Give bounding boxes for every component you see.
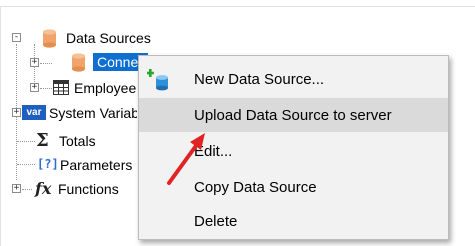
parameter-icon: [?]	[37, 157, 59, 171]
expand-icon[interactable]: +	[12, 184, 21, 193]
tree-item-functions[interactable]: Functions	[58, 180, 138, 198]
menu-item-label: Upload Data Source to server	[194, 106, 392, 124]
expand-icon[interactable]: +	[30, 83, 39, 92]
menu-item-label: Edit...	[194, 142, 233, 160]
tree-connector	[17, 141, 35, 142]
tree-item-parameters[interactable]: Parameters	[60, 156, 138, 174]
database-icon	[71, 52, 86, 75]
tree-connector	[40, 88, 52, 89]
tree-item-data-sources[interactable]: Data Sources	[66, 29, 151, 47]
var-icon: var	[22, 105, 46, 120]
tree-item-system-variables[interactable]: System Variables	[49, 104, 137, 122]
collapse-icon[interactable]: -	[12, 33, 21, 42]
table-icon	[53, 80, 69, 98]
menu-item-delete[interactable]: Delete	[139, 204, 448, 238]
tree-connector	[40, 63, 52, 64]
tree-connector	[17, 164, 35, 165]
expand-icon[interactable]: +	[12, 108, 21, 117]
menu-item-new-data-source[interactable]: New Data Source...	[139, 62, 448, 96]
menu-item-label: Delete	[194, 212, 238, 230]
tree-item-totals[interactable]: Totals	[59, 132, 96, 150]
menu-item-edit[interactable]: Edit...	[139, 134, 448, 168]
expand-icon[interactable]: +	[30, 58, 39, 67]
menu-item-upload-data-source[interactable]: Upload Data Source to server	[139, 98, 448, 132]
sigma-icon: Σ	[36, 130, 49, 151]
database-icon	[42, 28, 57, 51]
menu-item-label: New Data Source...	[194, 70, 325, 88]
tree-item-employees[interactable]: Employees	[74, 79, 136, 97]
context-menu: New Data Source... Upload Data Source to…	[138, 55, 449, 240]
new-data-source-icon	[146, 69, 171, 94]
menu-item-label: Copy Data Source	[194, 178, 317, 196]
function-icon: fx	[35, 179, 52, 198]
tree-connector	[22, 189, 32, 190]
menu-item-copy-data-source[interactable]: Copy Data Source	[139, 170, 448, 204]
